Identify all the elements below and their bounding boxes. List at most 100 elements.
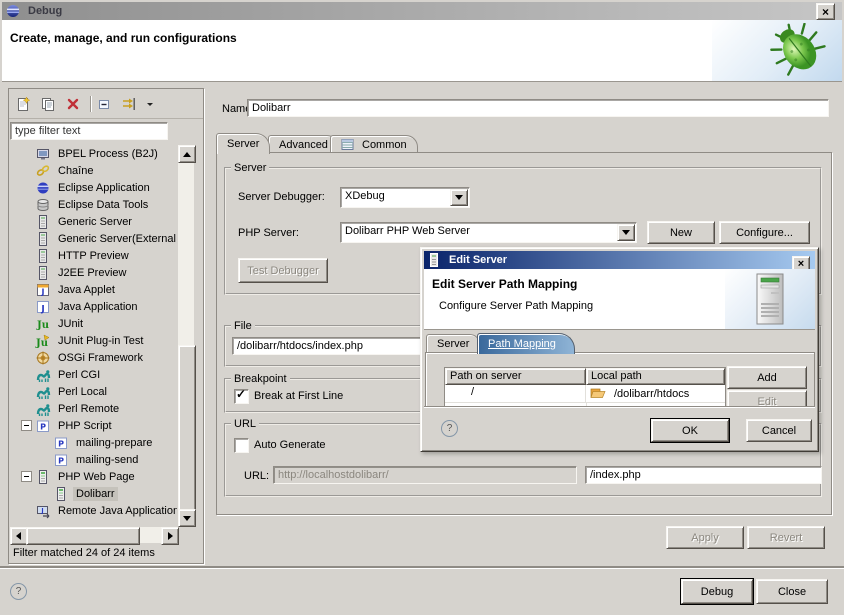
auto-generate-checkbox[interactable] [234, 438, 249, 453]
tree-item[interactable]: Ju JUnit [9, 315, 177, 332]
junit-icon: Ju [35, 316, 51, 332]
tree-item-label: mailing-prepare [73, 436, 155, 450]
cell-path-on-server[interactable]: / [445, 385, 586, 402]
server-tower-icon [753, 273, 787, 325]
add-button-label: Add [757, 372, 777, 384]
tree-item[interactable]: PHP Web Page [9, 468, 177, 485]
test-debugger-button[interactable]: Test Debugger [238, 258, 328, 283]
dialog-help-icon[interactable]: ? [441, 420, 458, 437]
tree-item[interactable]: Ju JUnit Plug-in Test [9, 332, 177, 349]
filter-input[interactable] [10, 122, 168, 140]
tree-item[interactable]: Generic Server(External La [9, 230, 177, 247]
help-icon[interactable]: ? [10, 583, 27, 600]
tree-item[interactable]: Dolibarr [9, 485, 177, 502]
tab-server[interactable]: Server [216, 133, 270, 154]
hscroll-right-button[interactable] [161, 527, 179, 545]
tree-item[interactable]: J Java Application [9, 298, 177, 315]
hscroll-thumb[interactable] [26, 527, 140, 545]
tree-item[interactable]: Perl Remote [9, 400, 177, 417]
java-applet-icon: J [35, 282, 51, 298]
perl-icon [35, 367, 51, 383]
tree-item-label: JUnit [55, 317, 86, 331]
config-list-panel: BPEL Process (B2J) Chaîne Eclipse Applic… [8, 88, 204, 564]
svg-text:Ju: Ju [35, 338, 48, 349]
url-path-input[interactable] [585, 466, 822, 484]
j2ee-preview-icon [35, 265, 51, 281]
tree-item[interactable]: Chaîne [9, 162, 177, 179]
tree-item[interactable]: P mailing-prepare [9, 434, 177, 451]
duplicate-icon[interactable] [40, 96, 56, 112]
window-titlebar[interactable]: Debug [2, 2, 842, 20]
delete-icon[interactable] [65, 96, 81, 112]
tab-advanced[interactable]: Advanced [268, 135, 339, 153]
column-header-local-path[interactable]: Local path [586, 368, 725, 385]
vscroll-down-button[interactable] [178, 509, 196, 527]
revert-button[interactable]: Revert [747, 526, 825, 549]
tree-item[interactable]: Perl Local [9, 383, 177, 400]
php-server-combobox[interactable]: Dolibarr PHP Web Server [340, 222, 637, 243]
vscroll-thumb[interactable] [178, 345, 196, 511]
new-server-button[interactable]: New [647, 221, 715, 244]
apply-button[interactable]: Apply [666, 526, 744, 549]
tree-item-label: Chaîne [55, 164, 96, 178]
tree-item-label: HTTP Preview [55, 249, 132, 263]
server-group-legend: Server [231, 162, 269, 174]
tree-item[interactable]: J Java Applet [9, 281, 177, 298]
tree-item[interactable]: Perl CGI [9, 366, 177, 383]
column-header-path-on-server[interactable]: Path on server [445, 368, 586, 385]
dialog-tab-path-mapping-label: Path Mapping [488, 338, 556, 350]
apply-button-label: Apply [691, 532, 719, 544]
menu-dropdown-icon[interactable] [146, 96, 154, 112]
tree-item-label: Perl Remote [55, 402, 122, 416]
close-button-label: Close [778, 586, 806, 598]
java-application-icon: J [35, 299, 51, 315]
tree-item[interactable]: J Remote Java Application [9, 502, 177, 519]
tab-common[interactable]: Common [330, 135, 418, 153]
new-config-icon[interactable] [15, 96, 31, 112]
break-first-line-checkbox[interactable] [234, 389, 249, 404]
name-input[interactable] [247, 99, 829, 117]
vscroll-up-button[interactable] [178, 145, 196, 163]
dialog-titlebar[interactable]: Edit Server × [424, 251, 815, 269]
tree-item-label: Java Applet [55, 283, 118, 297]
tree-item-label: Java Application [55, 300, 141, 314]
expander-icon[interactable] [21, 420, 32, 431]
tree-item-label: Generic Server [55, 215, 135, 229]
tree-item-label: Eclipse Application [55, 181, 153, 195]
tree-item[interactable]: Eclipse Application [9, 179, 177, 196]
tree-item[interactable]: HTTP Preview [9, 247, 177, 264]
collapse-all-icon[interactable] [96, 96, 112, 112]
expander-icon[interactable] [21, 471, 32, 482]
combo-dropdown-button[interactable] [617, 224, 635, 241]
dialog-tab-path-mapping[interactable]: Path Mapping [477, 333, 575, 354]
window-close-button[interactable]: × [816, 3, 835, 20]
tree-hscrollbar[interactable] [10, 527, 177, 543]
tree-item-label: Generic Server(External La [55, 232, 177, 246]
eclipse-application-icon [35, 180, 51, 196]
tree-item[interactable]: P PHP Script [9, 417, 177, 434]
cell-local-path[interactable]: /dolibarr/htdocs [586, 385, 725, 402]
up-arrow-icon [183, 148, 191, 157]
configure-button[interactable]: Configure... [719, 221, 810, 244]
close-button[interactable]: Close [756, 579, 828, 604]
tree-item[interactable]: P mailing-send [9, 451, 177, 468]
tree-item[interactable]: OSGi Framework [9, 349, 177, 366]
tree-item[interactable]: Generic Server [9, 213, 177, 230]
add-mapping-button[interactable]: Add [727, 366, 807, 389]
ok-button[interactable]: OK [651, 419, 729, 442]
tree-item[interactable]: J2EE Preview [9, 264, 177, 281]
table-row[interactable]: / /dolibarr/htdocs [445, 385, 725, 403]
tree-item[interactable]: Eclipse Data Tools [9, 196, 177, 213]
tree-item[interactable]: BPEL Process (B2J) [9, 145, 177, 162]
server-debugger-combobox[interactable]: XDebug [340, 187, 470, 208]
cancel-button[interactable]: Cancel [746, 419, 812, 442]
filter-icon[interactable] [121, 96, 137, 112]
tree-item-label: PHP Web Page [55, 470, 138, 484]
auto-generate-label: Auto Generate [254, 439, 326, 451]
combo-dropdown-button[interactable] [450, 189, 468, 206]
debug-button[interactable]: Debug [681, 579, 753, 604]
dialog-tab-server-label: Server [437, 338, 469, 350]
dialog-tab-server[interactable]: Server [426, 334, 480, 353]
ok-button-label: OK [682, 425, 698, 437]
tree-vscrollbar[interactable] [178, 145, 194, 525]
